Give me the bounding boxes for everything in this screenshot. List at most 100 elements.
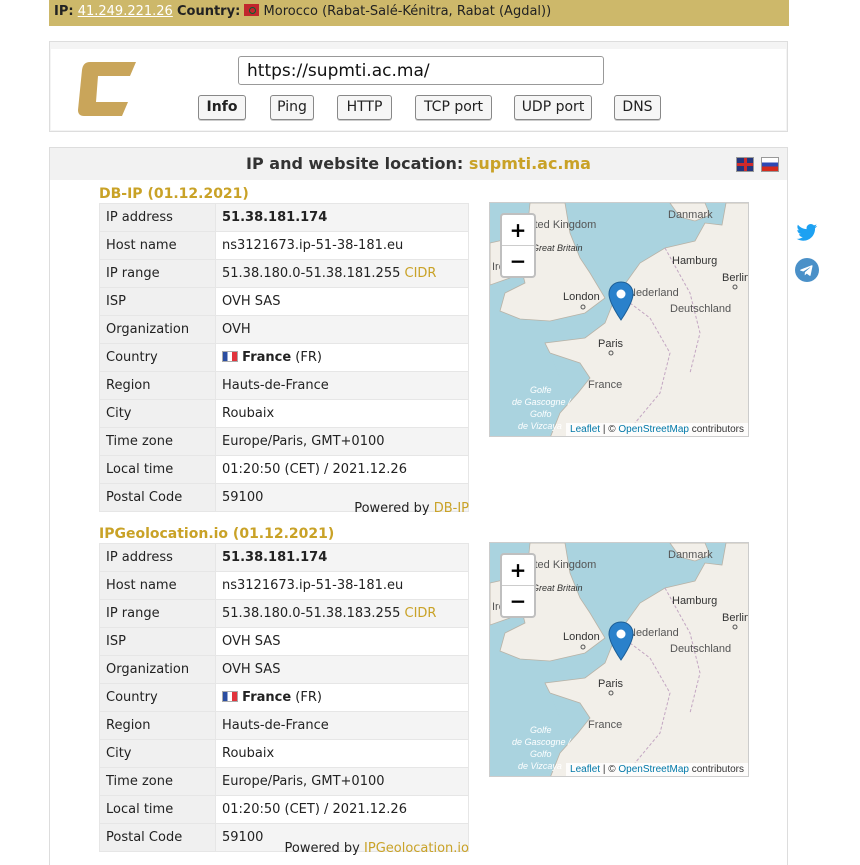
- twitter-icon[interactable]: [796, 223, 818, 243]
- zoom-in-button[interactable]: +: [502, 215, 534, 245]
- svg-text:Hamburg: Hamburg: [672, 595, 717, 607]
- country-label: Country: [176, 4, 236, 19]
- location-map[interactable]: United Kingdom Great Britain Ire London …: [489, 542, 749, 777]
- row-key: City: [99, 399, 216, 428]
- flag-fr-icon: [222, 691, 238, 702]
- row-key: Local time: [99, 795, 216, 824]
- zoom-in-button[interactable]: +: [502, 555, 534, 585]
- table-row: ISP OVH SAS: [99, 287, 469, 316]
- row-key: ISP: [99, 627, 216, 656]
- http-button[interactable]: HTTP: [337, 95, 392, 120]
- flag-ru-icon[interactable]: [761, 157, 779, 172]
- table-row: Organization OVH SAS: [99, 655, 469, 684]
- header-panel: Info Ping HTTP TCP port UDP port DNS: [49, 41, 788, 132]
- table-row: IP address 51.38.181.174: [99, 543, 469, 572]
- svg-text:Golfe: Golfe: [530, 385, 552, 395]
- powered-by-dbip: Powered by DB-IP: [354, 501, 469, 516]
- row-key: Host name: [99, 231, 216, 260]
- row-value: France (FR): [215, 683, 469, 712]
- row-key: IP address: [99, 203, 216, 232]
- tcp-port-button[interactable]: TCP port: [415, 95, 492, 120]
- svg-text:Paris: Paris: [598, 678, 624, 690]
- row-key: Region: [99, 711, 216, 740]
- svg-text:France: France: [588, 379, 622, 391]
- svg-text:Berlin: Berlin: [722, 612, 749, 624]
- row-key: Local time: [99, 455, 216, 484]
- table-row: IP address 51.38.181.174: [99, 203, 469, 232]
- section-title-dbip: DB-IP (01.12.2021): [99, 186, 249, 202]
- row-key: Organization: [99, 655, 216, 684]
- svg-text:Great Britain: Great Britain: [532, 243, 583, 253]
- table-row: Local time 01:20:50 (CET) / 2021.12.26: [99, 455, 469, 484]
- table-row: Region Hauts-de-France: [99, 711, 469, 740]
- table-row: Organization OVH: [99, 315, 469, 344]
- svg-text:Golfe: Golfe: [530, 725, 552, 735]
- svg-text:France: France: [588, 719, 622, 731]
- info-button[interactable]: Info: [198, 95, 246, 120]
- row-value: 51.38.180.0-51.38.181.255 CIDR: [215, 259, 469, 288]
- info-table-dbip: IP address 51.38.181.174 Host name ns31216…: [99, 203, 469, 512]
- cidr-link[interactable]: CIDR: [405, 266, 437, 281]
- map-attribution: Leaflet | © OpenStreetMap contributors: [566, 763, 748, 776]
- udp-port-button[interactable]: UDP port: [514, 95, 592, 120]
- row-value: OVH SAS: [215, 287, 469, 316]
- svg-text:de Gascogne /: de Gascogne /: [512, 737, 572, 747]
- page-title: IP and website location: supmti.ac.ma: [50, 148, 787, 180]
- row-key: ISP: [99, 287, 216, 316]
- row-value: Europe/Paris, GMT+0100: [215, 767, 469, 796]
- svg-text:Paris: Paris: [598, 338, 624, 350]
- row-key: Time zone: [99, 767, 216, 796]
- svg-text:Danmark: Danmark: [668, 209, 713, 221]
- table-row: Host name ns3121673.ip-51-38-181.eu: [99, 231, 469, 260]
- svg-text:Nederland: Nederland: [628, 287, 679, 299]
- row-value: Hauts-de-France: [215, 711, 469, 740]
- map-attribution: Leaflet | © OpenStreetMap contributors: [566, 423, 748, 436]
- svg-text:Golfo: Golfo: [530, 749, 552, 759]
- cidr-link[interactable]: CIDR: [405, 606, 437, 621]
- zoom-out-button[interactable]: −: [502, 245, 534, 276]
- info-table-ipgeolocation: IP address 51.38.181.174 Host name ns31216…: [99, 543, 469, 852]
- svg-text:Deutschland: Deutschland: [670, 643, 731, 655]
- zoom-control: + −: [500, 553, 536, 618]
- svg-text:Great Britain: Great Britain: [532, 583, 583, 593]
- svg-text:London: London: [563, 631, 600, 643]
- country-value: Morocco (Rabat-Salé-Kénitra, Rabat (Agda…: [263, 4, 552, 19]
- row-value: 51.38.180.0-51.38.183.255 CIDR: [215, 599, 469, 628]
- row-value: 51.38.181.174: [215, 203, 469, 232]
- flag-gb-icon[interactable]: [736, 157, 754, 172]
- svg-text:Deutschland: Deutschland: [670, 303, 731, 315]
- dns-button[interactable]: DNS: [614, 95, 661, 120]
- map-marker-icon[interactable]: [608, 621, 634, 661]
- zoom-control: + −: [500, 213, 536, 278]
- location-map[interactable]: United Kingdom Great Britain Ire London …: [489, 202, 749, 437]
- svg-text:Golfo: Golfo: [530, 409, 552, 419]
- row-key: Organization: [99, 315, 216, 344]
- row-key: IP range: [99, 259, 216, 288]
- leaflet-link[interactable]: Leaflet: [570, 424, 600, 435]
- osm-link[interactable]: OpenStreetMap: [618, 424, 689, 435]
- row-key: Host name: [99, 571, 216, 600]
- map-marker-icon[interactable]: [608, 281, 634, 321]
- telegram-icon[interactable]: [795, 258, 819, 282]
- ping-button[interactable]: Ping: [270, 95, 314, 120]
- osm-link[interactable]: OpenStreetMap: [618, 764, 689, 775]
- url-input[interactable]: [238, 56, 604, 85]
- row-value: 51.38.181.174: [215, 543, 469, 572]
- svg-text:Berlin: Berlin: [722, 272, 749, 284]
- table-row: City Roubaix: [99, 739, 469, 768]
- row-value: 01:20:50 (CET) / 2021.12.26: [215, 455, 469, 484]
- powered-by-link[interactable]: IPGeolocation.io: [364, 841, 469, 856]
- row-key: Country: [99, 683, 216, 712]
- table-row: Time zone Europe/Paris, GMT+0100: [99, 767, 469, 796]
- flag-ma-icon: [244, 4, 260, 16]
- leaflet-link[interactable]: Leaflet: [570, 764, 600, 775]
- logo-icon[interactable]: [78, 62, 136, 116]
- svg-text:de Vizcaya: de Vizcaya: [518, 421, 562, 431]
- powered-by-link[interactable]: DB-IP: [434, 501, 469, 516]
- svg-text:Danmark: Danmark: [668, 549, 713, 561]
- row-value: OVH SAS: [215, 655, 469, 684]
- zoom-out-button[interactable]: −: [502, 585, 534, 616]
- row-value: Roubaix: [215, 739, 469, 768]
- row-value: OVH SAS: [215, 627, 469, 656]
- visitor-ip-link[interactable]: 41.249.221.26: [78, 4, 173, 19]
